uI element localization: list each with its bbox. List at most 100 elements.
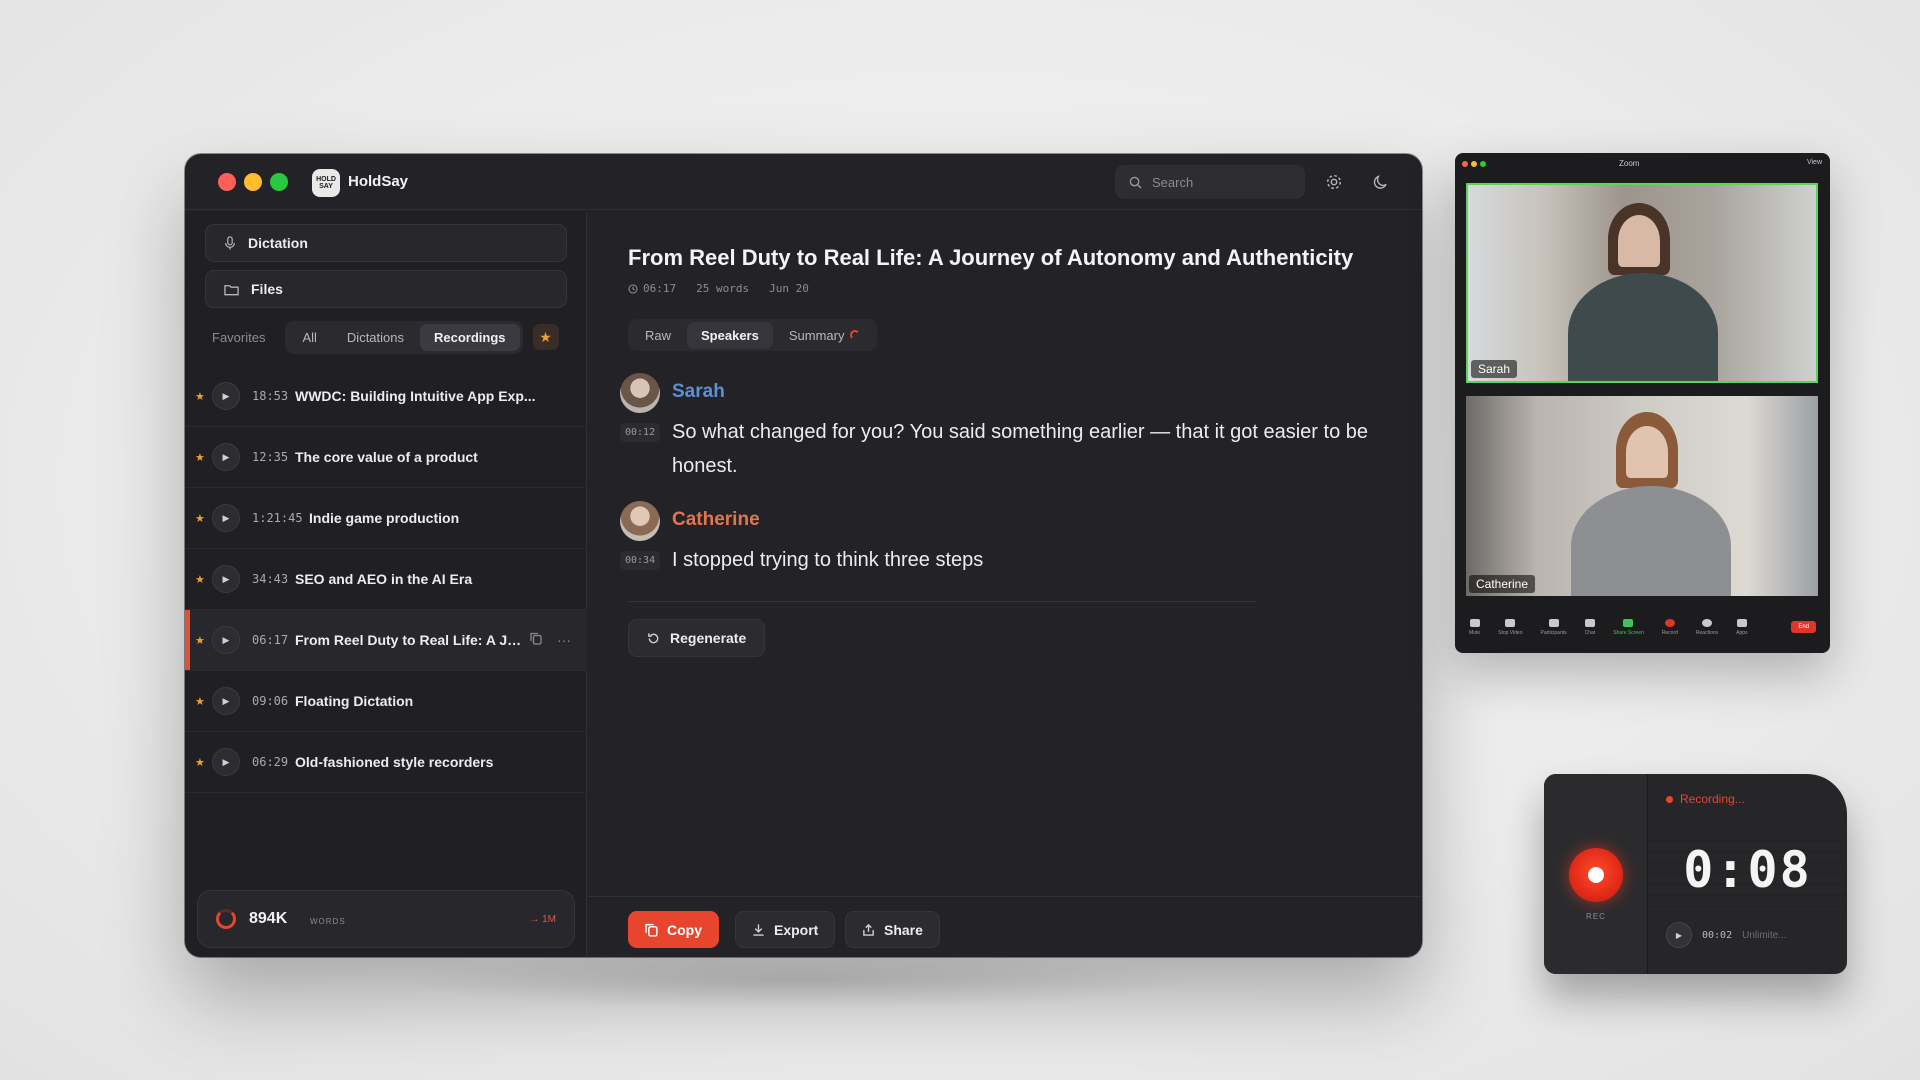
share-button[interactable]: Share (845, 911, 940, 948)
item-duration: 09:06 (252, 694, 289, 708)
play-icon[interactable]: ▶ (212, 382, 240, 410)
play-icon[interactable]: ▶ (212, 626, 240, 654)
document-date: Jun 20 (769, 282, 809, 295)
page-title: From Reel Duty to Real Life: A Journey o… (628, 245, 1354, 270)
favorite-star-icon[interactable]: ★ (195, 756, 205, 769)
divider (628, 601, 1256, 602)
recorder-playback: ▶ 00:02 Unlimite... (1666, 922, 1787, 948)
close-window-button[interactable] (1462, 161, 1468, 167)
end-call-button[interactable]: End (1791, 621, 1816, 633)
document-word-count: 25 words (696, 282, 750, 295)
zoom-window-button[interactable] (1480, 161, 1486, 167)
segment-timestamp[interactable]: 00:34 (620, 551, 661, 570)
document-meta: 06:17 25 words Jun 20 (628, 282, 809, 295)
share-screen-button[interactable]: Share Screen (1613, 618, 1644, 636)
speaker-name[interactable]: Sarah (672, 381, 725, 403)
participants-button[interactable]: Participants (1541, 618, 1567, 636)
mute-button[interactable]: Mute (1469, 618, 1480, 636)
regenerate-button[interactable]: Regenerate (628, 619, 766, 657)
item-title: Indie game production (309, 510, 460, 526)
participant-name: Sarah (1471, 360, 1518, 378)
search-box[interactable] (1115, 165, 1305, 199)
play-icon[interactable]: ▶ (1666, 922, 1692, 948)
recording-limit: Unlimite... (1742, 929, 1787, 941)
copy-button[interactable]: Copy (628, 911, 719, 948)
word-count-card[interactable]: 894K WORDS → 1M (197, 890, 575, 948)
play-icon[interactable]: ▶ (212, 565, 240, 593)
favorites-star-icon[interactable]: ★ (532, 324, 559, 350)
video-call-title: Zoom (1619, 159, 1640, 168)
recorder-widget: REC Recording... 0:08 ▶ 00:02 Unlimite..… (1544, 774, 1847, 974)
close-window-button[interactable] (218, 173, 236, 191)
recording-indicator-icon (1666, 795, 1673, 803)
participant-tile-catherine[interactable]: Catherine (1466, 396, 1818, 596)
item-title: The core value of a product (295, 449, 478, 465)
favorite-star-icon[interactable]: ★ (195, 512, 205, 525)
refresh-icon (648, 632, 659, 643)
play-icon[interactable]: ▶ (212, 748, 240, 776)
copy-item-icon[interactable] (530, 632, 542, 648)
participant-body (1568, 273, 1718, 381)
minimize-window-button[interactable] (1471, 161, 1477, 167)
list-item[interactable]: ★ ▶ 18:53 WWDC: Building Intuitive App E… (185, 366, 587, 427)
reactions-button[interactable]: Reactions (1696, 618, 1718, 636)
view-menu[interactable]: View (1807, 159, 1822, 166)
app-logo: HOLD SAY (312, 169, 340, 197)
list-item[interactable]: ★ ▶ 09:06 Floating Dictation (185, 671, 587, 732)
share-icon (863, 923, 874, 936)
call-controls: Mute Stop Video Participants Chat Share … (1455, 601, 1830, 653)
stop-video-button[interactable]: Stop Video (1498, 618, 1523, 636)
word-goal: → 1M (529, 913, 556, 925)
item-duration: 1:21:45 (252, 511, 303, 525)
transcript-segment: Catherine 00:34 I stopped trying to thin… (620, 501, 1400, 581)
record-button[interactable] (1569, 848, 1623, 902)
avatar-catherine (620, 501, 660, 541)
item-duration: 18:53 (252, 389, 289, 403)
filter-segmented-control: All Dictations Recordings (285, 320, 523, 354)
search-input[interactable] (1152, 174, 1282, 190)
favorite-star-icon[interactable]: ★ (195, 695, 205, 708)
filter-dictations[interactable]: Dictations (333, 324, 418, 351)
apps-button[interactable]: Apps (1736, 618, 1748, 636)
speaker-name[interactable]: Catherine (672, 509, 760, 531)
participant-tile-sarah[interactable]: Sarah (1466, 183, 1818, 383)
more-options-icon[interactable]: ··· (557, 632, 571, 648)
favorite-star-icon[interactable]: ★ (195, 390, 205, 403)
item-title: WWDC: Building Intuitive App Exp... (295, 388, 536, 404)
zoom-window-button[interactable] (270, 173, 288, 191)
word-count-unit: WORDS (310, 917, 346, 926)
filter-all[interactable]: All (288, 324, 330, 351)
list-item[interactable]: ★ ▶ 1:21:45 Indie game production (185, 488, 587, 549)
download-icon (753, 923, 764, 936)
segment-timestamp[interactable]: 00:12 (620, 423, 661, 442)
record-button[interactable]: Record (1662, 618, 1678, 636)
segment-text: I stopped trying to think three steps (672, 549, 984, 571)
list-item[interactable]: ★ ▶ 12:35 The core value of a product (185, 427, 587, 488)
favorite-star-icon[interactable]: ★ (195, 634, 205, 647)
play-icon[interactable]: ▶ (212, 504, 240, 532)
settings-gear-icon[interactable] (1323, 171, 1345, 193)
files-button[interactable]: Files (205, 270, 567, 308)
minimize-window-button[interactable] (244, 173, 262, 191)
dark-mode-moon-icon[interactable] (1369, 171, 1391, 193)
filter-recordings[interactable]: Recordings (420, 323, 520, 351)
list-item-active[interactable]: ★ ▶ 06:17 From Reel Duty to Real Life: A… (185, 610, 587, 671)
item-duration: 06:29 (252, 755, 289, 769)
view-tabs: Raw Speakers Summary (628, 319, 878, 351)
window-shadow (400, 950, 1200, 1010)
tab-summary[interactable]: Summary (775, 322, 875, 349)
tab-raw[interactable]: Raw (631, 322, 685, 349)
list-item[interactable]: ★ ▶ 34:43 SEO and AEO in the AI Era (185, 549, 587, 610)
play-icon[interactable]: ▶ (212, 443, 240, 471)
copy-label: Copy (667, 921, 702, 938)
chat-button[interactable]: Chat (1585, 618, 1595, 636)
favorite-star-icon[interactable]: ★ (195, 573, 205, 586)
export-button[interactable]: Export (735, 911, 836, 948)
list-item[interactable]: ★ ▶ 06:29 Old-fashioned style recorders (185, 732, 587, 793)
record-icon (1664, 618, 1675, 627)
dictation-button[interactable]: Dictation (205, 224, 567, 262)
tab-speakers[interactable]: Speakers (687, 321, 773, 349)
play-icon[interactable]: ▶ (212, 687, 240, 715)
filter-bar: Favorites All Dictations Recordings ★ (212, 320, 559, 354)
favorite-star-icon[interactable]: ★ (195, 451, 205, 464)
